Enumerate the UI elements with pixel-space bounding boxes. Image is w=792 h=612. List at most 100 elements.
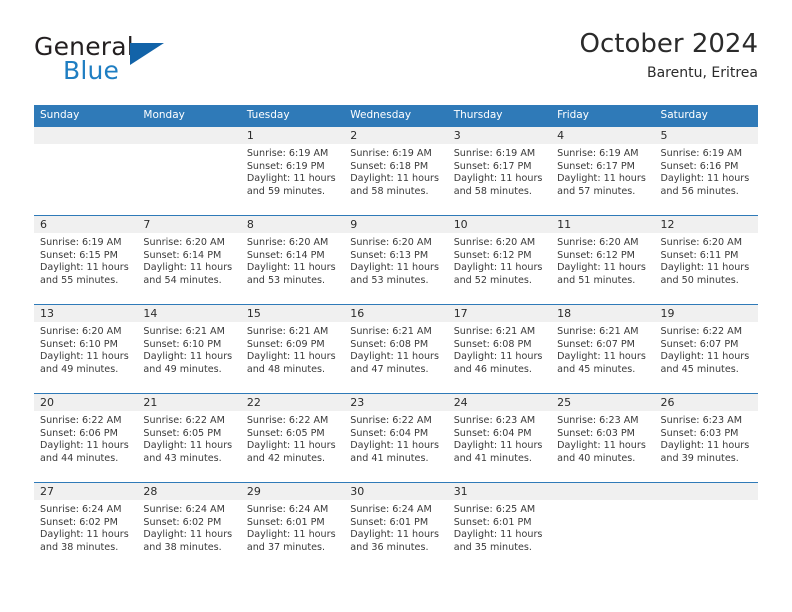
daylight-text-line2: and 51 minutes. <box>557 274 636 286</box>
day-cell[interactable]: 28 Sunrise: 6:24 AM Sunset: 6:02 PM Dayl… <box>137 483 241 571</box>
day-cell[interactable]: 16 Sunrise: 6:21 AM Sunset: 6:08 PM Dayl… <box>344 305 448 393</box>
daylight-text-line1: Daylight: 11 hours <box>453 529 543 541</box>
day-cell[interactable]: 17 Sunrise: 6:21 AM Sunset: 6:08 PM Dayl… <box>447 305 552 393</box>
day-number: 3 <box>447 127 552 144</box>
day-cell[interactable]: 27 Sunrise: 6:24 AM Sunset: 6:02 PM Dayl… <box>34 483 138 571</box>
day-details: Sunrise: 6:20 AM Sunset: 6:13 PM Dayligh… <box>344 233 447 287</box>
day-cell[interactable]: 24 Sunrise: 6:23 AM Sunset: 6:04 PM Dayl… <box>447 394 552 482</box>
day-cell[interactable]: 26 Sunrise: 6:23 AM Sunset: 6:03 PM Dayl… <box>654 394 758 482</box>
daylight-text-line1: Daylight: 11 hours <box>350 351 439 363</box>
day-details: Sunrise: 6:24 AM Sunset: 6:01 PM Dayligh… <box>241 500 344 554</box>
day-number: 5 <box>654 127 758 144</box>
day-cell[interactable]: 29 Sunrise: 6:24 AM Sunset: 6:01 PM Dayl… <box>240 483 345 571</box>
day-details: Sunrise: 6:22 AM Sunset: 6:06 PM Dayligh… <box>34 411 137 465</box>
day-cell[interactable] <box>551 483 655 571</box>
day-cell[interactable]: 8 Sunrise: 6:20 AM Sunset: 6:14 PM Dayli… <box>240 216 345 304</box>
sunrise-text: Sunrise: 6:21 AM <box>246 326 329 337</box>
day-cell[interactable]: 18 Sunrise: 6:21 AM Sunset: 6:07 PM Dayl… <box>551 305 655 393</box>
day-number: 29 <box>240 483 345 500</box>
day-cell[interactable]: 14 Sunrise: 6:21 AM Sunset: 6:10 PM Dayl… <box>137 305 241 393</box>
sunrise-text: Sunrise: 6:21 AM <box>143 326 225 337</box>
sunrise-text: Sunrise: 6:21 AM <box>453 326 536 337</box>
day-cell[interactable]: 20 Sunrise: 6:22 AM Sunset: 6:06 PM Dayl… <box>34 394 138 482</box>
day-cell[interactable] <box>654 483 758 571</box>
day-details: Sunrise: 6:20 AM Sunset: 6:12 PM Dayligh… <box>448 233 551 287</box>
daylight-text-line2: and 46 minutes. <box>453 363 532 375</box>
day-details: Sunrise: 6:23 AM Sunset: 6:03 PM Dayligh… <box>551 411 654 465</box>
day-cell[interactable]: 7 Sunrise: 6:20 AM Sunset: 6:14 PM Dayli… <box>137 216 241 304</box>
day-number: 26 <box>654 394 758 411</box>
daylight-text-line2: and 49 minutes. <box>143 363 222 375</box>
sunrise-text: Sunrise: 6:20 AM <box>143 237 225 248</box>
daylight-text-line2: and 41 minutes. <box>350 452 429 464</box>
day-number <box>34 127 138 144</box>
day-cell[interactable]: 19 Sunrise: 6:22 AM Sunset: 6:07 PM Dayl… <box>654 305 758 393</box>
day-cell[interactable]: 4 Sunrise: 6:19 AM Sunset: 6:17 PM Dayli… <box>551 127 655 215</box>
daylight-text-line1: Daylight: 11 hours <box>660 173 750 185</box>
day-details <box>34 144 137 148</box>
day-cell[interactable]: 15 Sunrise: 6:21 AM Sunset: 6:09 PM Dayl… <box>240 305 345 393</box>
daylight-text-line1: Daylight: 11 hours <box>660 351 750 363</box>
day-cell[interactable]: 10 Sunrise: 6:20 AM Sunset: 6:12 PM Dayl… <box>447 216 552 304</box>
day-cell[interactable] <box>137 127 241 215</box>
weekday-header-monday: Monday <box>143 109 185 121</box>
day-cell[interactable]: 25 Sunrise: 6:23 AM Sunset: 6:03 PM Dayl… <box>551 394 655 482</box>
daylight-text-line1: Daylight: 11 hours <box>453 351 543 363</box>
day-cell[interactable]: 12 Sunrise: 6:20 AM Sunset: 6:11 PM Dayl… <box>654 216 758 304</box>
daylight-text-line2: and 41 minutes. <box>453 452 532 464</box>
day-cell[interactable]: 9 Sunrise: 6:20 AM Sunset: 6:13 PM Dayli… <box>344 216 448 304</box>
day-cell[interactable]: 13 Sunrise: 6:20 AM Sunset: 6:10 PM Dayl… <box>34 305 138 393</box>
day-cell[interactable]: 30 Sunrise: 6:24 AM Sunset: 6:01 PM Dayl… <box>344 483 448 571</box>
day-cell[interactable]: 22 Sunrise: 6:22 AM Sunset: 6:05 PM Dayl… <box>240 394 345 482</box>
day-cell[interactable]: 23 Sunrise: 6:22 AM Sunset: 6:04 PM Dayl… <box>344 394 448 482</box>
day-number: 4 <box>551 127 655 144</box>
sunset-text: Sunset: 6:08 PM <box>350 338 429 350</box>
day-cell[interactable]: 3 Sunrise: 6:19 AM Sunset: 6:17 PM Dayli… <box>447 127 552 215</box>
sunset-text: Sunset: 6:13 PM <box>350 249 429 261</box>
day-cell[interactable]: 5 Sunrise: 6:19 AM Sunset: 6:16 PM Dayli… <box>654 127 758 215</box>
day-cell[interactable] <box>34 127 138 215</box>
sunset-text: Sunset: 6:02 PM <box>40 516 118 528</box>
daylight-text-line2: and 50 minutes. <box>660 274 739 286</box>
day-cell[interactable]: 1 Sunrise: 6:19 AM Sunset: 6:19 PM Dayli… <box>240 127 345 215</box>
sunset-text: Sunset: 6:06 PM <box>40 427 118 439</box>
calendar-table: Sunday Monday Tuesday Wednesday Thursday… <box>34 105 758 571</box>
daylight-text-line2: and 36 minutes. <box>350 541 429 553</box>
sunset-text: Sunset: 6:07 PM <box>660 338 739 350</box>
calendar-page: General Blue October 2024 Barentu, Eritr… <box>0 0 792 612</box>
day-details: Sunrise: 6:20 AM Sunset: 6:14 PM Dayligh… <box>241 233 344 287</box>
day-details: Sunrise: 6:19 AM Sunset: 6:15 PM Dayligh… <box>34 233 137 287</box>
brand-logo[interactable]: General Blue <box>34 32 234 88</box>
day-cell[interactable]: 6 Sunrise: 6:19 AM Sunset: 6:15 PM Dayli… <box>34 216 138 304</box>
day-cell[interactable]: 2 Sunrise: 6:19 AM Sunset: 6:18 PM Dayli… <box>344 127 448 215</box>
day-cell[interactable]: 31 Sunrise: 6:25 AM Sunset: 6:01 PM Dayl… <box>447 483 552 571</box>
day-cell[interactable]: 11 Sunrise: 6:20 AM Sunset: 6:12 PM Dayl… <box>551 216 655 304</box>
sunset-text: Sunset: 6:05 PM <box>143 427 222 439</box>
day-cell[interactable]: 21 Sunrise: 6:22 AM Sunset: 6:05 PM Dayl… <box>137 394 241 482</box>
day-number: 28 <box>137 483 241 500</box>
daylight-text-line2: and 53 minutes. <box>246 274 326 286</box>
day-details: Sunrise: 6:19 AM Sunset: 6:16 PM Dayligh… <box>655 144 758 198</box>
daylight-text-line1: Daylight: 11 hours <box>40 262 129 274</box>
sunset-text: Sunset: 6:01 PM <box>453 516 532 528</box>
day-details: Sunrise: 6:21 AM Sunset: 6:08 PM Dayligh… <box>448 322 551 376</box>
daylight-text-line2: and 52 minutes. <box>453 274 532 286</box>
daylight-text-line1: Daylight: 11 hours <box>246 351 336 363</box>
daylight-text-line1: Daylight: 11 hours <box>350 173 439 185</box>
day-number: 16 <box>344 305 448 322</box>
daylight-text-line2: and 49 minutes. <box>40 363 119 375</box>
day-number: 17 <box>447 305 552 322</box>
day-details: Sunrise: 6:24 AM Sunset: 6:01 PM Dayligh… <box>344 500 447 554</box>
triangle-logo-icon <box>130 43 164 65</box>
daylight-text-line2: and 38 minutes. <box>143 541 222 553</box>
daylight-text-line1: Daylight: 11 hours <box>143 262 233 274</box>
daylight-text-line2: and 57 minutes. <box>557 185 636 197</box>
daylight-text-line1: Daylight: 11 hours <box>40 440 129 452</box>
weekday-header-saturday: Saturday <box>660 109 708 121</box>
day-details: Sunrise: 6:21 AM Sunset: 6:08 PM Dayligh… <box>344 322 447 376</box>
sunset-text: Sunset: 6:11 PM <box>660 249 739 261</box>
sunrise-text: Sunrise: 6:19 AM <box>453 148 536 159</box>
sunrise-text: Sunrise: 6:19 AM <box>246 148 329 159</box>
sunset-text: Sunset: 6:10 PM <box>143 338 222 350</box>
day-number: 9 <box>344 216 448 233</box>
